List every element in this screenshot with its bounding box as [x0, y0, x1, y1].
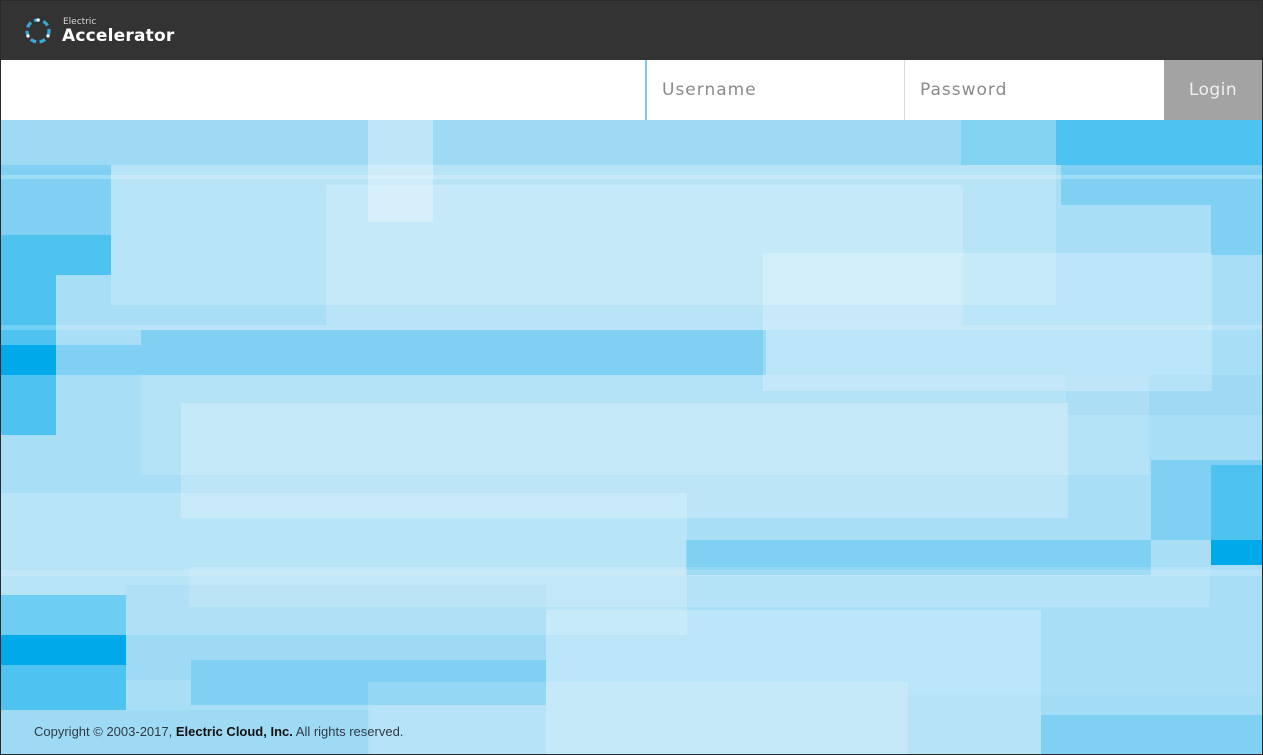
company-name: Electric Cloud, Inc. — [175, 724, 293, 739]
top-bar: Electric Accelerator — [1, 1, 1262, 60]
password-input[interactable] — [904, 60, 1164, 120]
app-frame: Electric Accelerator Login — [0, 0, 1263, 755]
username-input[interactable] — [645, 60, 904, 120]
copyright-suffix: All rights reserved. — [292, 724, 404, 739]
brand-name: Accelerator — [62, 26, 175, 46]
hero-background — [1, 120, 1262, 754]
electric-cloud-logo-icon — [25, 18, 51, 44]
copyright-footer: Copyright © 2003-2017, Electric Cloud, I… — [34, 724, 403, 739]
copyright-prefix: Copyright © 2003-2017, — [34, 724, 176, 739]
login-button[interactable]: Login — [1164, 60, 1262, 120]
login-bar: Login — [1, 60, 1262, 120]
